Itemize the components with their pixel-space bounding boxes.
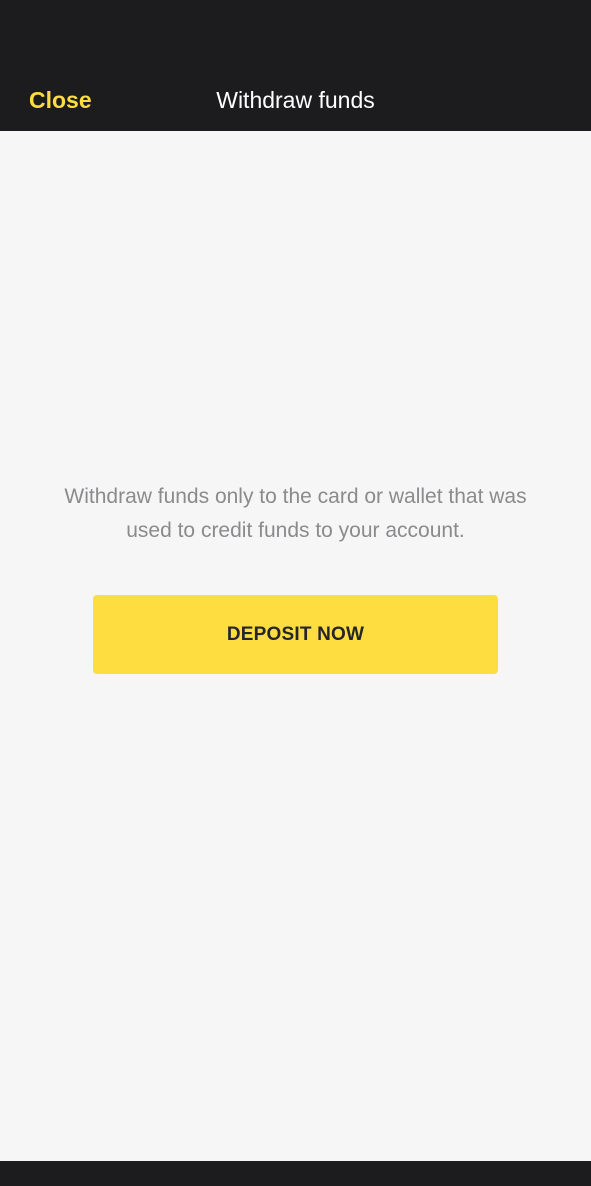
deposit-now-button[interactable]: DEPOSIT NOW bbox=[93, 595, 498, 674]
deposit-now-label: DEPOSIT NOW bbox=[226, 623, 365, 645]
close-button[interactable]: Close bbox=[29, 85, 92, 115]
top-bar: Withdraw funds Close bbox=[0, 0, 591, 131]
bottom-bar bbox=[0, 1161, 591, 1186]
main-content: Withdraw funds only to the card or walle… bbox=[0, 131, 591, 1161]
withdraw-info-message: Withdraw funds only to the card or walle… bbox=[64, 485, 527, 542]
